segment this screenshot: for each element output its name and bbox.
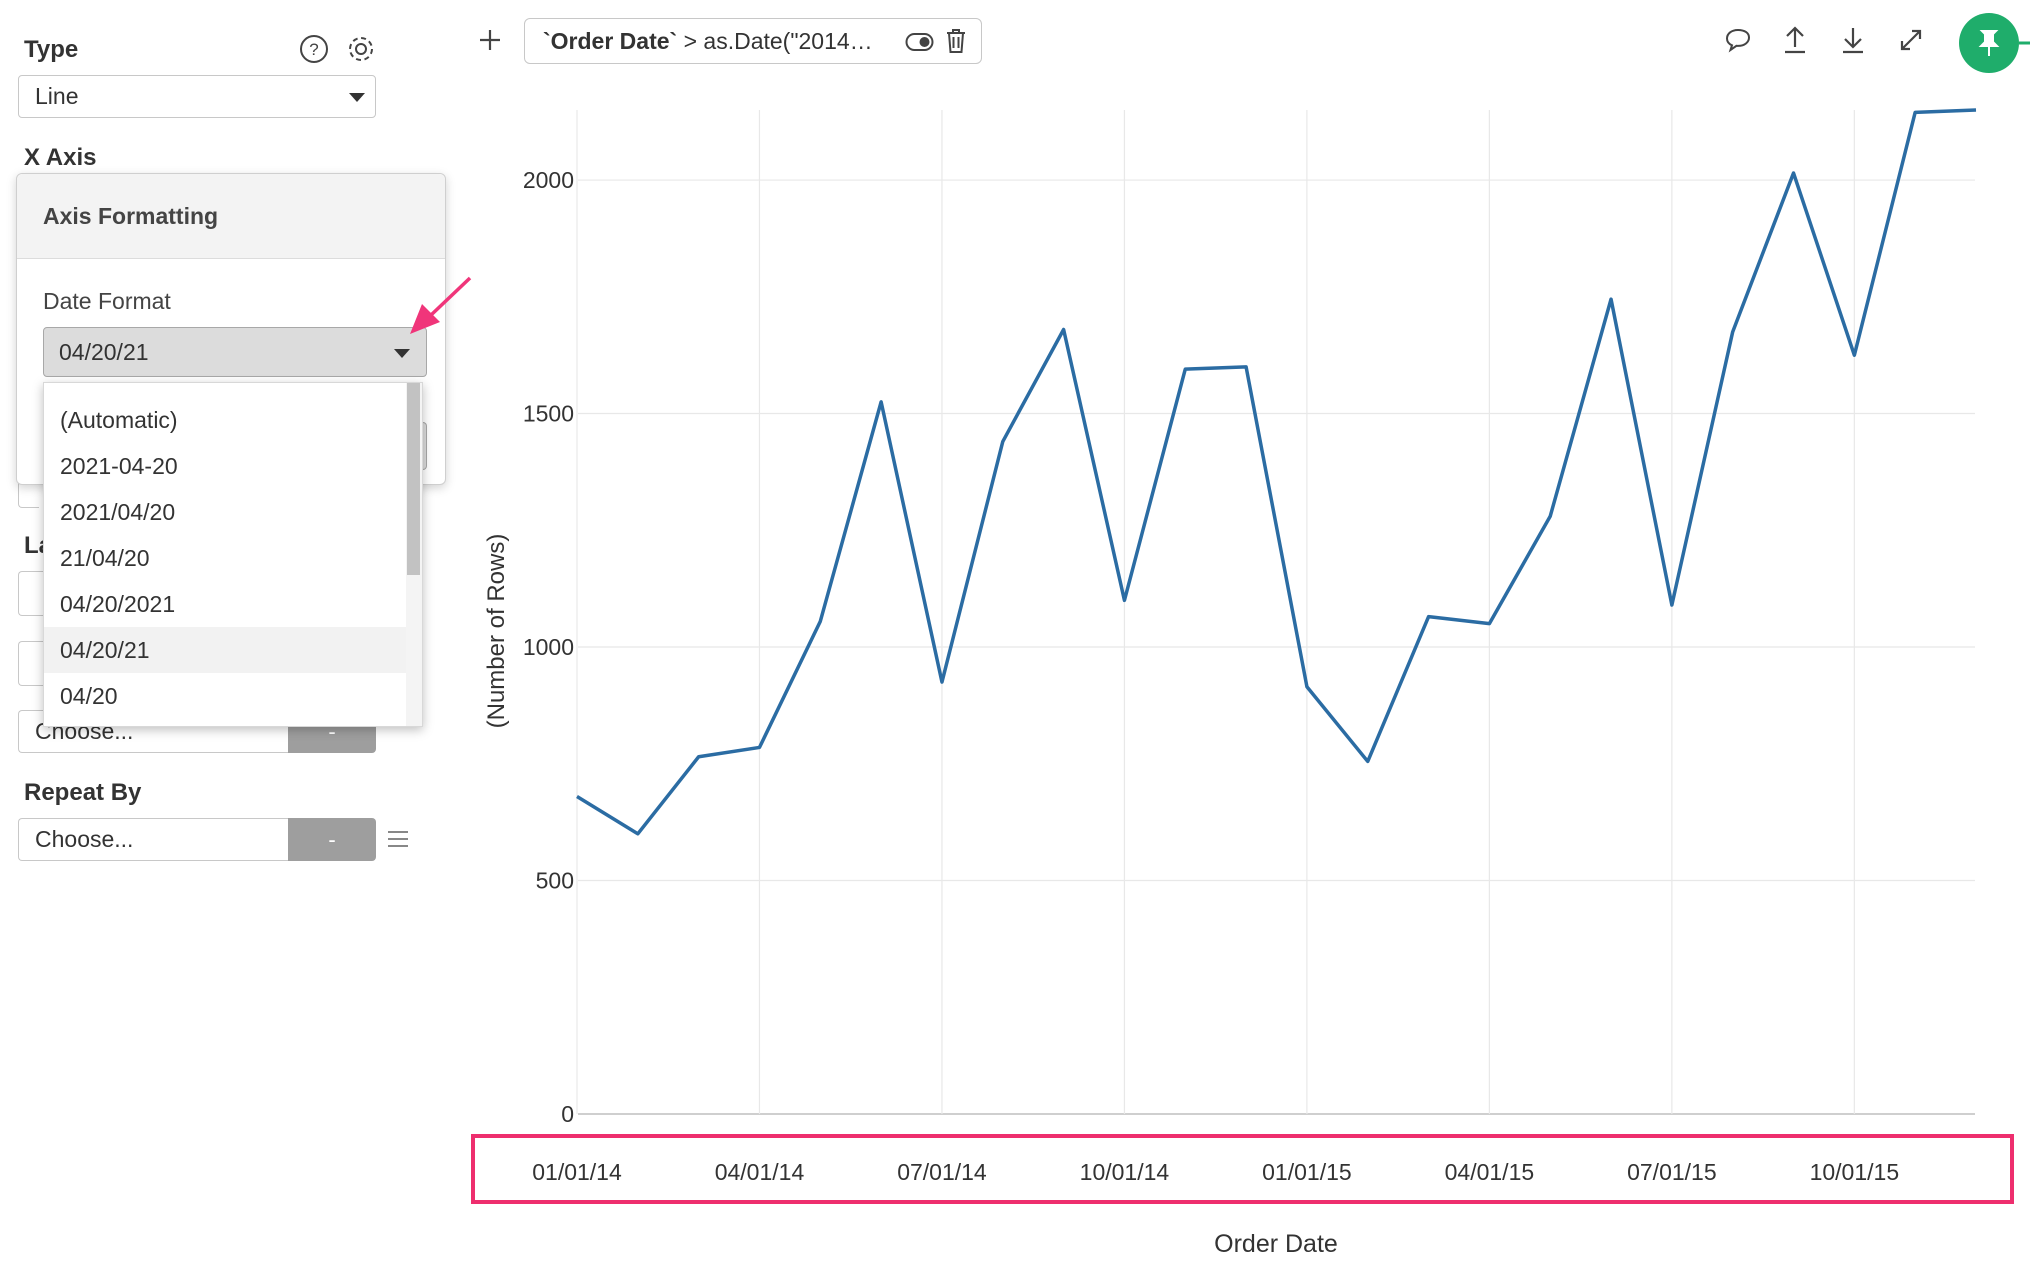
y-tick-labels: 0 500 1000 1500 2000 xyxy=(523,167,574,1127)
y-tick-label: 1000 xyxy=(523,634,574,660)
series-line xyxy=(576,108,1977,836)
y-tick-label: 0 xyxy=(561,1101,574,1127)
grid-lines xyxy=(576,110,1975,1115)
y-tick-label: 1500 xyxy=(523,401,574,427)
line-chart: 0500100015002000 01/01/14 04/01/14 07/01/1… xyxy=(483,108,1977,1258)
y-axis-label: (Number of Rows) xyxy=(483,534,510,729)
x-axis-highlight-box xyxy=(471,1134,2014,1204)
y-tick-label: 2000 xyxy=(523,167,574,193)
series-line-path xyxy=(576,108,1977,836)
x-axis-label: Order Date xyxy=(1214,1230,1338,1258)
y-tick-label: 500 xyxy=(536,868,574,894)
